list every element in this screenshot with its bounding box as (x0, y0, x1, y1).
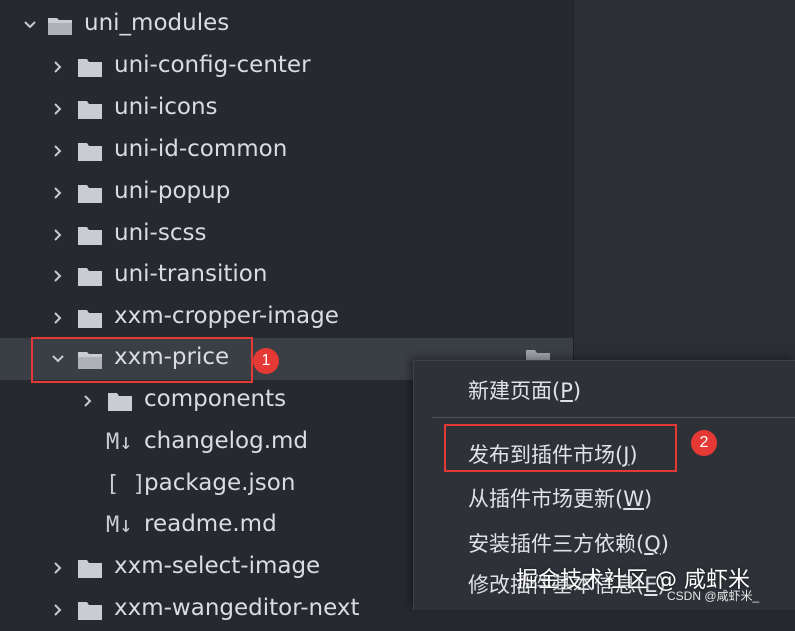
tree-item-label: components (144, 386, 287, 412)
chevron-right-icon[interactable] (50, 602, 66, 618)
highlight-box-xxm-price (31, 337, 253, 383)
tree-item-label: uni_modules (84, 10, 230, 36)
tree-item-uni-transition[interactable]: uni-transition (0, 255, 573, 297)
folder-icon (78, 602, 102, 620)
folder-icon (108, 393, 132, 411)
folder-open-icon (48, 18, 72, 35)
tree-item-label: readme.md (144, 511, 277, 537)
chevron-right-icon[interactable] (50, 310, 66, 326)
tree-item-uni-id-common[interactable]: uni-id-common (0, 130, 573, 172)
chevron-right-icon[interactable] (50, 227, 66, 243)
step-badge-2: 2 (691, 430, 717, 456)
chevron-down-icon[interactable] (22, 17, 38, 33)
folder-icon (78, 143, 102, 161)
tree-item-label: uni-scss (114, 220, 207, 246)
tree-item-xxm-cropper-image[interactable]: xxm-cropper-image (0, 297, 573, 339)
tree-item-label: uni-popup (114, 178, 231, 204)
tree-item-label: uni-icons (114, 94, 218, 120)
step-badge-1: 1 (253, 348, 279, 374)
chevron-right-icon[interactable] (50, 560, 66, 576)
tree-item-uni-popup[interactable]: uni-popup (0, 172, 573, 214)
csdn-watermark: CSDN @咸虾米_ (667, 589, 760, 603)
folder-icon (78, 268, 102, 286)
tree-item-label: xxm-cropper-image (114, 303, 339, 329)
tree-item-label: changelog.md (144, 428, 309, 454)
menu-item-new-page[interactable]: 新建页面(P) (468, 375, 581, 405)
folder-icon (78, 101, 102, 119)
chevron-right-icon[interactable] (50, 185, 66, 201)
tree-item-uni-icons[interactable]: uni-icons (0, 88, 573, 130)
tree-item-label: uni-transition (114, 261, 268, 287)
json-file-icon: [ ] (106, 472, 146, 497)
tree-item-uni-config-center[interactable]: uni-config-center (0, 46, 573, 88)
folder-icon (78, 59, 102, 77)
tree-item-label: xxm-select-image (114, 553, 321, 579)
chevron-right-icon[interactable] (50, 268, 66, 284)
chevron-right-icon[interactable] (80, 393, 96, 409)
folder-icon (78, 185, 102, 203)
tree-item-label: xxm-wangeditor-next (114, 595, 360, 621)
folder-icon (78, 227, 102, 245)
menu-separator (432, 417, 795, 418)
folder-icon (78, 560, 102, 578)
folder-icon (78, 310, 102, 328)
markdown-file-icon: M↓ (106, 513, 133, 538)
menu-item-install-dependencies[interactable]: 安装插件三方依赖(Q) (468, 528, 669, 558)
tree-item-label: package.json (144, 470, 296, 496)
tree-root-uni-modules[interactable]: uni_modules (0, 4, 573, 46)
chevron-right-icon[interactable] (50, 59, 66, 75)
highlight-box-publish (444, 424, 677, 472)
chevron-right-icon[interactable] (50, 101, 66, 117)
menu-item-update-from-plugin-market[interactable]: 从插件市场更新(W) (468, 483, 652, 513)
chevron-right-icon[interactable] (50, 143, 66, 159)
tree-item-label: uni-id-common (114, 136, 288, 162)
tree-item-uni-scss[interactable]: uni-scss (0, 214, 573, 256)
markdown-file-icon: M↓ (106, 430, 133, 455)
tree-item-label: uni-config-center (114, 52, 311, 78)
